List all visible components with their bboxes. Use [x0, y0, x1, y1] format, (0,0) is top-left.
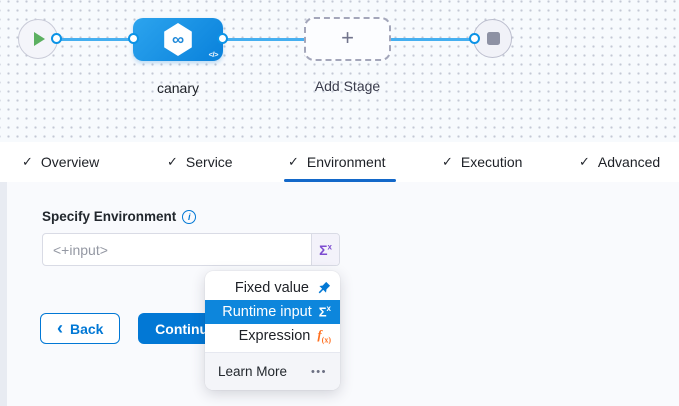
stage-tabbar: ✓ Overview ✓ Service ✓ Environment ✓ Exe… [0, 142, 679, 182]
start-node-connector[interactable] [51, 33, 62, 44]
cd-stage-hexagon-icon: ∞ [163, 23, 193, 56]
info-icon[interactable]: i [182, 210, 196, 224]
tab-label: Advanced [598, 154, 660, 170]
sigma-glyph: Σ [319, 305, 327, 320]
tab-advanced[interactable]: ✓ Advanced [579, 142, 660, 182]
environment-input[interactable]: <+input> Σx [42, 233, 340, 266]
tab-execution[interactable]: ✓ Execution [442, 142, 522, 182]
multitype-dropdown-menu: Fixed value Runtime input Σx Expression … [205, 271, 340, 390]
end-node-connector[interactable] [469, 33, 480, 44]
dropdown-items: Fixed value Runtime input Σx Expression … [205, 271, 340, 352]
edge-addstage-to-end [390, 38, 472, 41]
pipeline-canvas[interactable]: ∞ </> canary + Add Stage [0, 0, 679, 142]
add-stage-label: Add Stage [297, 78, 398, 94]
fx-sub: (x) [322, 335, 331, 344]
specify-environment-label-row: Specify Environment i [42, 209, 196, 224]
learn-more-label: Learn More [218, 364, 287, 379]
edge-start-to-stage [57, 38, 135, 41]
add-stage-button[interactable]: + [304, 17, 391, 61]
tab-label: Service [186, 154, 233, 170]
expression-icon: f(x) [317, 328, 331, 345]
runtime-input-icon: Σx [319, 304, 331, 319]
cd-infinity-icon: ∞ [172, 31, 184, 48]
menu-item-fixed-value[interactable]: Fixed value [205, 276, 340, 300]
environment-input-value[interactable]: <+input> [43, 234, 311, 265]
tab-overview[interactable]: ✓ Overview [22, 142, 99, 182]
menu-item-label: Runtime input [222, 304, 311, 320]
stage-right-connector[interactable] [217, 33, 228, 44]
multitype-selector-button[interactable]: Σx [311, 234, 339, 265]
edge-stage-to-addstage [222, 38, 306, 41]
environment-panel: Specify Environment i <+input> Σx ‹ Back… [0, 182, 679, 406]
tab-label: Environment [307, 154, 386, 170]
back-button[interactable]: ‹ Back [40, 313, 120, 344]
sigma-sup: x [327, 304, 331, 313]
plus-icon: + [341, 27, 354, 49]
check-icon: ✓ [442, 154, 453, 170]
sigma-sup: x [327, 242, 331, 251]
tab-environment[interactable]: ✓ Environment [288, 142, 386, 182]
menu-item-label: Fixed value [235, 280, 309, 296]
menu-item-label: Expression [239, 328, 311, 344]
menu-item-runtime-input[interactable]: Runtime input Σx [205, 300, 340, 324]
specify-environment-label: Specify Environment [42, 209, 176, 224]
check-icon: ✓ [288, 154, 299, 170]
tab-label: Execution [461, 154, 522, 170]
check-icon: ✓ [167, 154, 178, 170]
stage-name-label: canary [133, 80, 223, 96]
play-icon [34, 32, 45, 46]
stage-node-canary[interactable]: ∞ </> [133, 18, 223, 61]
tab-service[interactable]: ✓ Service [167, 142, 233, 182]
stop-icon [487, 32, 500, 45]
pin-icon [316, 281, 331, 296]
panel-left-strip [0, 182, 7, 406]
check-icon: ✓ [22, 154, 33, 170]
stage-left-connector[interactable] [128, 33, 139, 44]
ellipsis-icon[interactable]: ••• [311, 366, 327, 378]
learn-more-row[interactable]: Learn More ••• [205, 352, 340, 390]
runtime-input-icon: Σx [319, 242, 332, 258]
menu-item-expression[interactable]: Expression f(x) [205, 324, 340, 348]
tab-label: Overview [41, 154, 99, 170]
chevron-left-icon: ‹ [57, 319, 63, 337]
code-icon: </> [209, 50, 218, 59]
check-icon: ✓ [579, 154, 590, 170]
back-button-label: Back [70, 321, 103, 337]
